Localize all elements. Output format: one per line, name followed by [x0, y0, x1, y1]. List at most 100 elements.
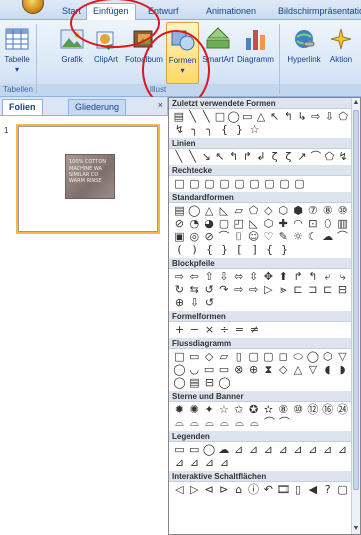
shape-icon[interactable]: ▤: [187, 376, 202, 389]
shape-icon[interactable]: ⊏: [320, 283, 335, 296]
photoalbum-button[interactable]: Fotoalbum: [124, 22, 164, 84]
shape-icon[interactable]: ▢: [232, 177, 247, 190]
shape-icon[interactable]: ↘: [199, 150, 213, 163]
shape-icon[interactable]: ⬯: [320, 217, 335, 230]
shape-icon[interactable]: 🎞: [276, 483, 291, 496]
shape-icon[interactable]: ↰: [282, 110, 296, 123]
shape-icon[interactable]: ⇳: [246, 270, 261, 283]
tab-einfuegen[interactable]: Einfügen: [86, 3, 136, 21]
chart-button[interactable]: Diagramm: [237, 22, 274, 84]
shape-icon[interactable]: ×: [202, 323, 217, 336]
shape-icon[interactable]: ⌂: [231, 483, 246, 496]
shape-icon[interactable]: −: [187, 323, 202, 336]
shape-icon[interactable]: ⊕: [172, 296, 187, 309]
shape-icon[interactable]: ☁: [216, 443, 231, 456]
shape-icon[interactable]: }: [277, 243, 292, 256]
shape-icon[interactable]: }: [217, 243, 232, 256]
shape-icon[interactable]: ⑯: [320, 403, 335, 416]
shape-icon[interactable]: ⊘: [172, 217, 187, 230]
shape-icon[interactable]: ⌒: [216, 230, 231, 243]
shape-icon[interactable]: ▭: [202, 363, 217, 376]
shape-icon[interactable]: ⑩: [291, 403, 306, 416]
shape-icon[interactable]: +: [172, 323, 187, 336]
shape-icon[interactable]: ⤷: [335, 270, 350, 283]
shape-icon[interactable]: ⇨: [246, 283, 261, 296]
shape-icon[interactable]: ▭: [240, 110, 254, 123]
shape-icon[interactable]: ⬠: [246, 204, 261, 217]
shape-icon[interactable]: ⌓: [172, 416, 187, 429]
shape-icon[interactable]: △: [202, 204, 217, 217]
shape-icon[interactable]: ⊿: [335, 443, 350, 456]
shape-icon[interactable]: ⊿: [276, 443, 291, 456]
shape-icon[interactable]: ⬠: [336, 110, 350, 123]
shape-icon[interactable]: ⌒: [309, 150, 323, 163]
shape-icon[interactable]: ▥: [335, 217, 350, 230]
shape-icon[interactable]: ◯: [305, 350, 320, 363]
shape-icon[interactable]: ⊏: [291, 283, 306, 296]
shape-icon[interactable]: ╮: [187, 123, 202, 136]
close-icon[interactable]: ×: [158, 100, 163, 110]
shape-icon[interactable]: ◕: [202, 217, 217, 230]
shape-icon[interactable]: [: [232, 243, 247, 256]
shape-icon[interactable]: ⑦: [305, 204, 320, 217]
tab-gliederung[interactable]: Gliederung: [68, 99, 127, 115]
shape-icon[interactable]: {: [217, 123, 232, 136]
shape-icon[interactable]: ⓘ: [246, 483, 261, 496]
shape-icon[interactable]: ⊿: [246, 443, 261, 456]
shape-icon[interactable]: ⌓: [187, 416, 202, 429]
shape-icon[interactable]: ⌓: [232, 416, 247, 429]
shape-icon[interactable]: ↯: [336, 150, 350, 163]
shape-icon[interactable]: ◀: [305, 483, 320, 496]
shape-icon[interactable]: ⌒: [262, 416, 277, 429]
shape-icon[interactable]: ◇: [276, 363, 291, 376]
scroll-up-icon[interactable]: ▲: [352, 99, 360, 107]
shape-icon[interactable]: ⬡: [276, 204, 291, 217]
shape-icon[interactable]: ◯: [187, 204, 202, 217]
shape-icon[interactable]: □: [172, 177, 187, 190]
shape-icon[interactable]: ▷: [187, 483, 202, 496]
shape-icon[interactable]: ✫: [261, 403, 276, 416]
shape-icon[interactable]: ⊿: [172, 456, 187, 469]
shape-icon[interactable]: ◺: [216, 204, 231, 217]
shape-icon[interactable]: ╲: [199, 110, 213, 123]
shape-icon[interactable]: }: [232, 123, 247, 136]
shape-icon[interactable]: ▢: [246, 350, 261, 363]
shape-icon[interactable]: {: [262, 243, 277, 256]
shape-icon[interactable]: ▱: [216, 350, 231, 363]
shape-icon[interactable]: ⑫: [305, 403, 320, 416]
shape-icon[interactable]: ↰: [305, 270, 320, 283]
shape-icon[interactable]: ⌷: [231, 230, 246, 243]
shape-icon[interactable]: ⬭: [291, 350, 306, 363]
shape-icon[interactable]: {: [202, 243, 217, 256]
shape-icon[interactable]: ⌒: [277, 416, 292, 429]
shape-icon[interactable]: ▢: [247, 177, 262, 190]
shape-icon[interactable]: ⊡: [305, 217, 320, 230]
shape-icon[interactable]: ⬆: [276, 270, 291, 283]
shapes-button[interactable]: Formen ▾: [166, 22, 199, 84]
shape-icon[interactable]: ⊳: [216, 483, 231, 496]
gallery-scrollbar[interactable]: ▲ ▼: [351, 98, 360, 534]
shape-icon[interactable]: ⇧: [202, 270, 217, 283]
shape-icon[interactable]: ⇩: [216, 270, 231, 283]
office-button-icon[interactable]: [22, 0, 44, 14]
shape-icon[interactable]: ↳: [295, 110, 309, 123]
shape-icon[interactable]: ✦: [202, 403, 217, 416]
shape-icon[interactable]: ☆: [247, 123, 262, 136]
shape-icon[interactable]: ☾: [305, 230, 320, 243]
shape-icon[interactable]: ⌓: [202, 416, 217, 429]
shape-icon[interactable]: ⊿: [202, 456, 217, 469]
shape-icon[interactable]: ⊿: [187, 456, 202, 469]
shape-icon[interactable]: ╲: [172, 150, 186, 163]
shape-icon[interactable]: ◯: [227, 110, 241, 123]
shape-icon[interactable]: ▭: [187, 350, 202, 363]
shape-icon[interactable]: ⇨: [231, 283, 246, 296]
shape-icon[interactable]: ⌒: [335, 230, 350, 243]
shape-icon[interactable]: ⊘: [202, 230, 217, 243]
shape-icon[interactable]: ▢: [277, 177, 292, 190]
tab-entwurf[interactable]: Entwurf: [142, 4, 185, 20]
action-button[interactable]: Aktion: [326, 22, 356, 84]
shape-icon[interactable]: ↗: [295, 150, 309, 163]
tab-start[interactable]: Start: [56, 4, 87, 20]
scroll-down-icon[interactable]: ▼: [352, 525, 360, 533]
shape-icon[interactable]: ⊿: [231, 443, 246, 456]
